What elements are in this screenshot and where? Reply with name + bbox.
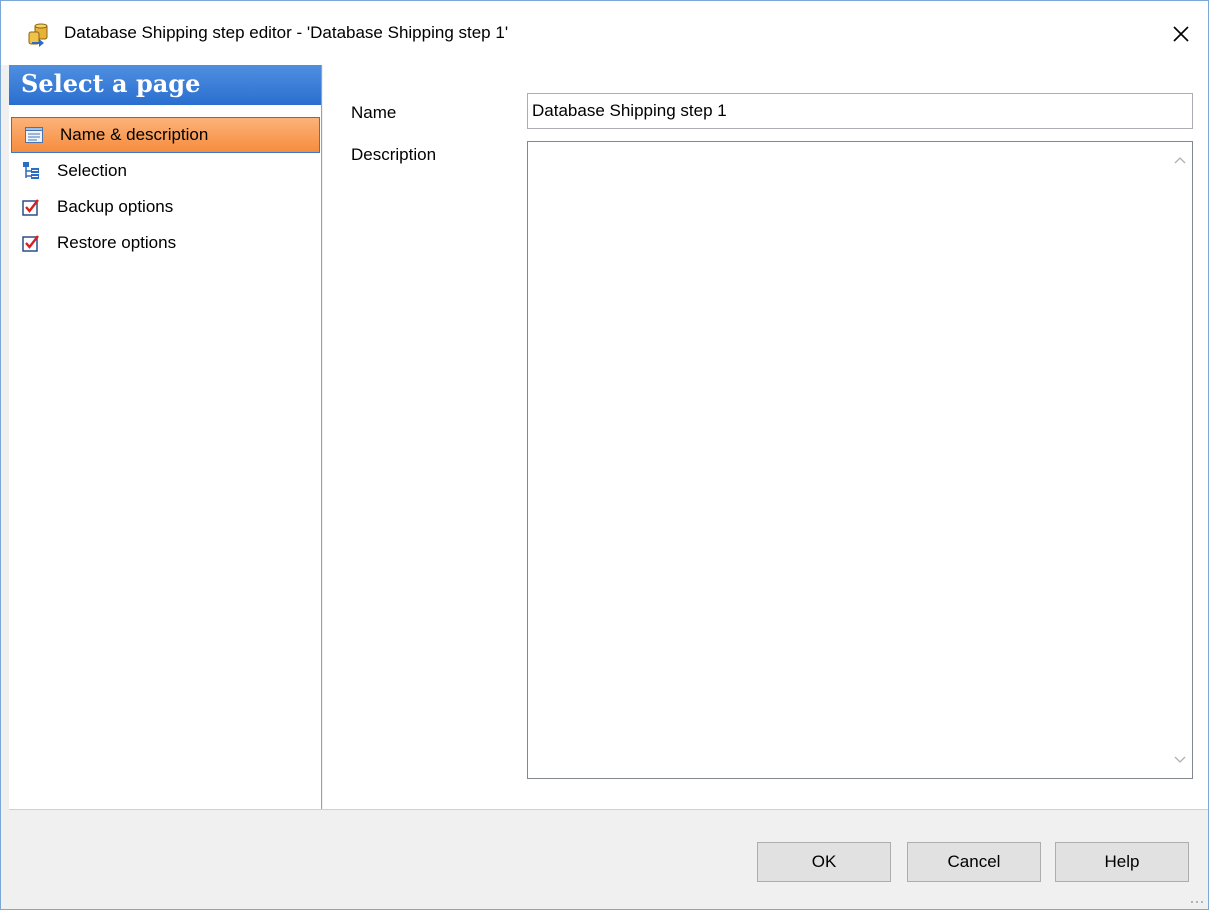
tree-icon (21, 161, 41, 181)
checkbox-options-icon (21, 197, 41, 217)
cancel-button[interactable]: Cancel (907, 842, 1041, 882)
description-label: Description (351, 145, 437, 164)
button-bar: OK Cancel Help (9, 809, 1208, 909)
ok-button[interactable]: OK (757, 842, 891, 882)
list-page-icon (24, 125, 44, 145)
scroll-up-button[interactable] (1168, 146, 1192, 174)
sidebar-item-name-description[interactable]: Name & description (11, 117, 320, 153)
page-list: Name & description Selection Backup opti… (9, 117, 321, 261)
sidebar-item-label: Selection (57, 161, 127, 180)
dialog-window: Database Shipping step editor - 'Databas… (0, 0, 1209, 910)
title-bar: Database Shipping step editor - 'Databas… (1, 1, 1208, 65)
sidebar-header: Select a page (9, 65, 321, 105)
window-title: Database Shipping step editor - 'Databas… (64, 23, 509, 42)
description-scrollbar[interactable] (1168, 142, 1192, 778)
chevron-down-icon (1174, 756, 1186, 763)
sidebar-item-restore-options[interactable]: Restore options (9, 225, 321, 261)
database-shipping-icon (27, 23, 51, 47)
sidebar-item-backup-options[interactable]: Backup options (9, 189, 321, 225)
checkbox-options-icon (21, 233, 41, 253)
sidebar-title: Select a page (21, 69, 201, 98)
sidebar-item-label: Backup options (57, 197, 174, 216)
page-sidebar: Select a page Name & description Selecti… (9, 65, 322, 809)
sidebar-item-selection[interactable]: Selection (9, 153, 321, 189)
sidebar-item-label: Name & description (60, 125, 209, 144)
sidebar-item-label: Restore options (57, 233, 177, 252)
close-button[interactable] (1161, 15, 1201, 53)
description-textarea[interactable] (528, 142, 1168, 778)
description-field[interactable] (527, 141, 1193, 779)
close-icon (1173, 26, 1189, 42)
name-field[interactable] (527, 93, 1193, 129)
name-label: Name (351, 103, 397, 122)
page-content: Name Description (323, 65, 1208, 809)
resize-grip-icon[interactable] (1190, 899, 1204, 905)
chevron-up-icon (1174, 157, 1186, 164)
help-button[interactable]: Help (1055, 842, 1189, 882)
scroll-down-button[interactable] (1168, 746, 1192, 774)
